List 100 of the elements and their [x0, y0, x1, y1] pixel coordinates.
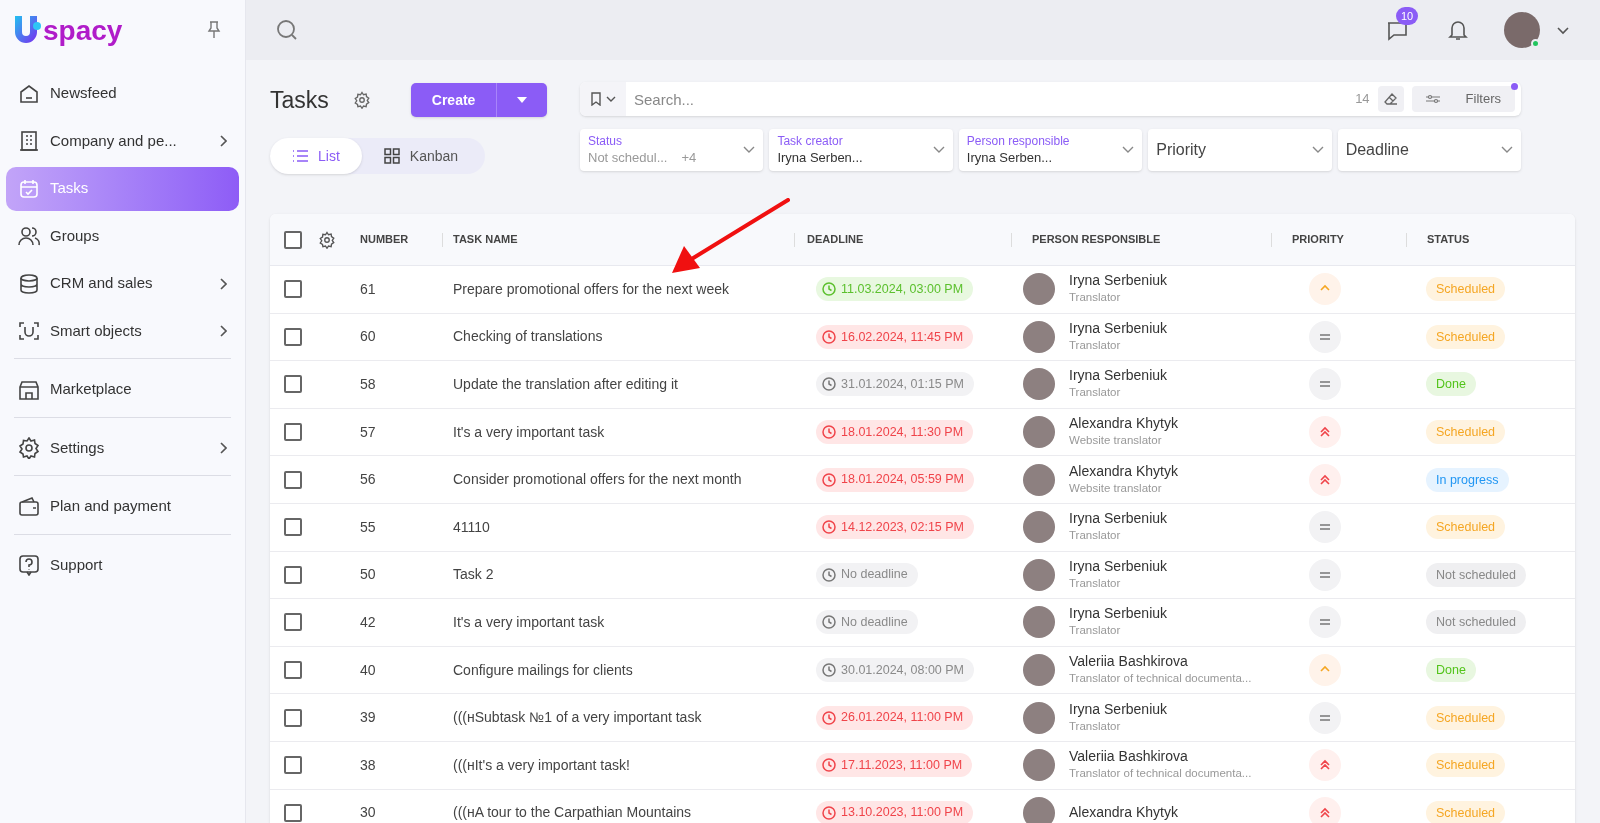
chat-icon[interactable]: [1386, 19, 1408, 41]
checkbox[interactable]: [284, 756, 302, 775]
task-number: 42: [360, 613, 376, 630]
result-count: 14: [1355, 90, 1370, 109]
column-header[interactable]: TASK NAME: [453, 231, 518, 248]
checkbox[interactable]: [284, 230, 302, 249]
person-avatar: [1023, 558, 1055, 591]
person-name[interactable]: Iryna Serbeniuk: [1069, 700, 1168, 718]
sidebar-item[interactable]: Support: [6, 543, 239, 587]
checkbox[interactable]: [284, 708, 302, 727]
person-name[interactable]: Iryna Serbeniuk: [1069, 272, 1168, 290]
list-icon: [292, 149, 308, 163]
task-name[interactable]: (((нA tour to the Carpathian Mountains: [453, 804, 692, 821]
person-name[interactable]: Alexandra Khytyk: [1069, 462, 1178, 480]
sidebar-item[interactable]: Smart objects: [6, 309, 239, 353]
sliders-icon: [1425, 94, 1440, 104]
clock-icon: [822, 425, 836, 440]
sidebar-item[interactable]: Settings: [6, 426, 239, 470]
person-name[interactable]: Iryna Serbeniuk: [1069, 605, 1168, 623]
search-bar[interactable]: Search... 14 Filters: [580, 82, 1521, 116]
task-name[interactable]: Prepare promotional offers for the next week: [453, 280, 729, 297]
checkbox[interactable]: [284, 327, 302, 346]
view-tab[interactable]: Kanban: [361, 138, 481, 174]
task-name[interactable]: Checking of translations: [453, 328, 603, 345]
person-name[interactable]: Iryna Serbeniuk: [1069, 510, 1168, 528]
checkbox[interactable]: [284, 470, 302, 489]
person-name[interactable]: Alexandra Khytyk: [1069, 415, 1178, 433]
column-header[interactable]: NUMBER: [360, 231, 409, 248]
sidebar-item[interactable]: Plan and payment: [6, 484, 239, 529]
person-name[interactable]: Valeriia Bashkirova: [1069, 653, 1252, 671]
task-number: 60: [360, 328, 376, 345]
clock-icon: [822, 329, 836, 344]
checkbox[interactable]: [284, 661, 302, 680]
store-icon: [18, 378, 40, 401]
task-number: 57: [360, 423, 376, 440]
person-role: Translator of technical documenta...: [1069, 671, 1252, 687]
column-header[interactable]: PRIORITY: [1292, 231, 1344, 248]
status-badge: Done: [1426, 658, 1476, 683]
deadline-badge: 31.01.2024, 01:15 PM: [816, 372, 974, 397]
task-name[interactable]: (((нIt's a very important task!: [453, 756, 630, 773]
task-name[interactable]: Update the translation after editing it: [453, 376, 678, 392]
scan-icon: [18, 320, 40, 342]
settings-icon: [18, 437, 40, 459]
sidebar-item[interactable]: Company and pe...: [6, 119, 239, 163]
person-role: Website translator: [1069, 433, 1163, 449]
sidebar-item[interactable]: Groups: [6, 214, 239, 258]
saved-filters-button[interactable]: [580, 82, 626, 116]
person-name[interactable]: Valeriia Bashkirova: [1069, 748, 1252, 766]
search-field[interactable]: Search...: [626, 82, 1356, 116]
person-name[interactable]: Iryna Serbeniuk: [1069, 367, 1168, 385]
clock-icon: [822, 663, 836, 678]
column-header[interactable]: DEADLINE: [807, 231, 864, 248]
clear-button[interactable]: [1377, 86, 1404, 112]
view-tab[interactable]: List: [270, 138, 362, 174]
sidebar-item[interactable]: CRM and sales: [6, 261, 239, 306]
notification-badge: 10: [1396, 7, 1419, 25]
task-name[interactable]: Configure mailings for clients: [453, 661, 633, 678]
search-icon[interactable]: [276, 19, 298, 41]
person-role: Translator: [1069, 290, 1122, 306]
filter-dropdown[interactable]: Deadline: [1337, 129, 1522, 171]
filter-dropdown[interactable]: Status Not schedul... +4: [580, 129, 764, 171]
checkbox[interactable]: [284, 518, 302, 537]
person-avatar: [1023, 320, 1055, 353]
settings-icon[interactable]: [318, 230, 336, 249]
person-role: Translator: [1069, 337, 1122, 353]
checkbox[interactable]: [284, 803, 302, 822]
task-name[interactable]: It's a very important task: [453, 613, 605, 630]
home-icon: [18, 82, 40, 105]
column-header[interactable]: PERSON RESPONSIBLE: [1032, 231, 1161, 248]
checkbox[interactable]: [284, 565, 302, 584]
chevron-down-icon: [743, 146, 756, 154]
user-avatar[interactable]: [1504, 12, 1540, 48]
sidebar-item[interactable]: Newsfeed: [6, 71, 239, 116]
chevron-down-icon: [932, 146, 945, 154]
person-name[interactable]: Iryna Serbeniuk: [1069, 319, 1168, 337]
column-header[interactable]: STATUS: [1427, 231, 1470, 248]
deadline-badge: No deadline: [816, 610, 918, 635]
filter-dropdown[interactable]: Person responsible Iryna Serben...: [958, 129, 1143, 171]
person-name[interactable]: Iryna Serbeniuk: [1069, 557, 1168, 575]
pin-icon[interactable]: [207, 21, 221, 39]
checkbox[interactable]: [284, 375, 302, 394]
checkbox[interactable]: [284, 423, 302, 442]
person-name[interactable]: Alexandra Khytyk: [1069, 804, 1178, 822]
bell-icon[interactable]: [1448, 19, 1468, 41]
checkbox[interactable]: [284, 280, 302, 299]
settings-icon[interactable]: [352, 91, 371, 109]
task-name[interactable]: (((нSubtask №1 of a very important task: [453, 709, 702, 726]
task-name[interactable]: Task 2: [453, 566, 494, 583]
task-name[interactable]: It's a very important task: [453, 423, 605, 440]
status-badge: Scheduled: [1426, 420, 1506, 445]
deadline-badge: 17.11.2023, 11:00 PM: [816, 753, 973, 778]
task-name[interactable]: Consider promotional offers for the next month: [453, 471, 742, 488]
filter-dropdown[interactable]: Task creator Iryna Serben...: [769, 129, 953, 171]
sidebar-item[interactable]: Marketplace: [6, 367, 239, 412]
filters-button[interactable]: Filters: [1411, 86, 1515, 112]
task-name[interactable]: 41110: [453, 518, 490, 535]
checkbox[interactable]: [284, 613, 302, 632]
deadline-badge: 14.12.2023, 02:15 PM: [816, 515, 974, 540]
filter-dropdown[interactable]: Priority: [1148, 129, 1332, 171]
person-avatar: [1023, 416, 1055, 449]
